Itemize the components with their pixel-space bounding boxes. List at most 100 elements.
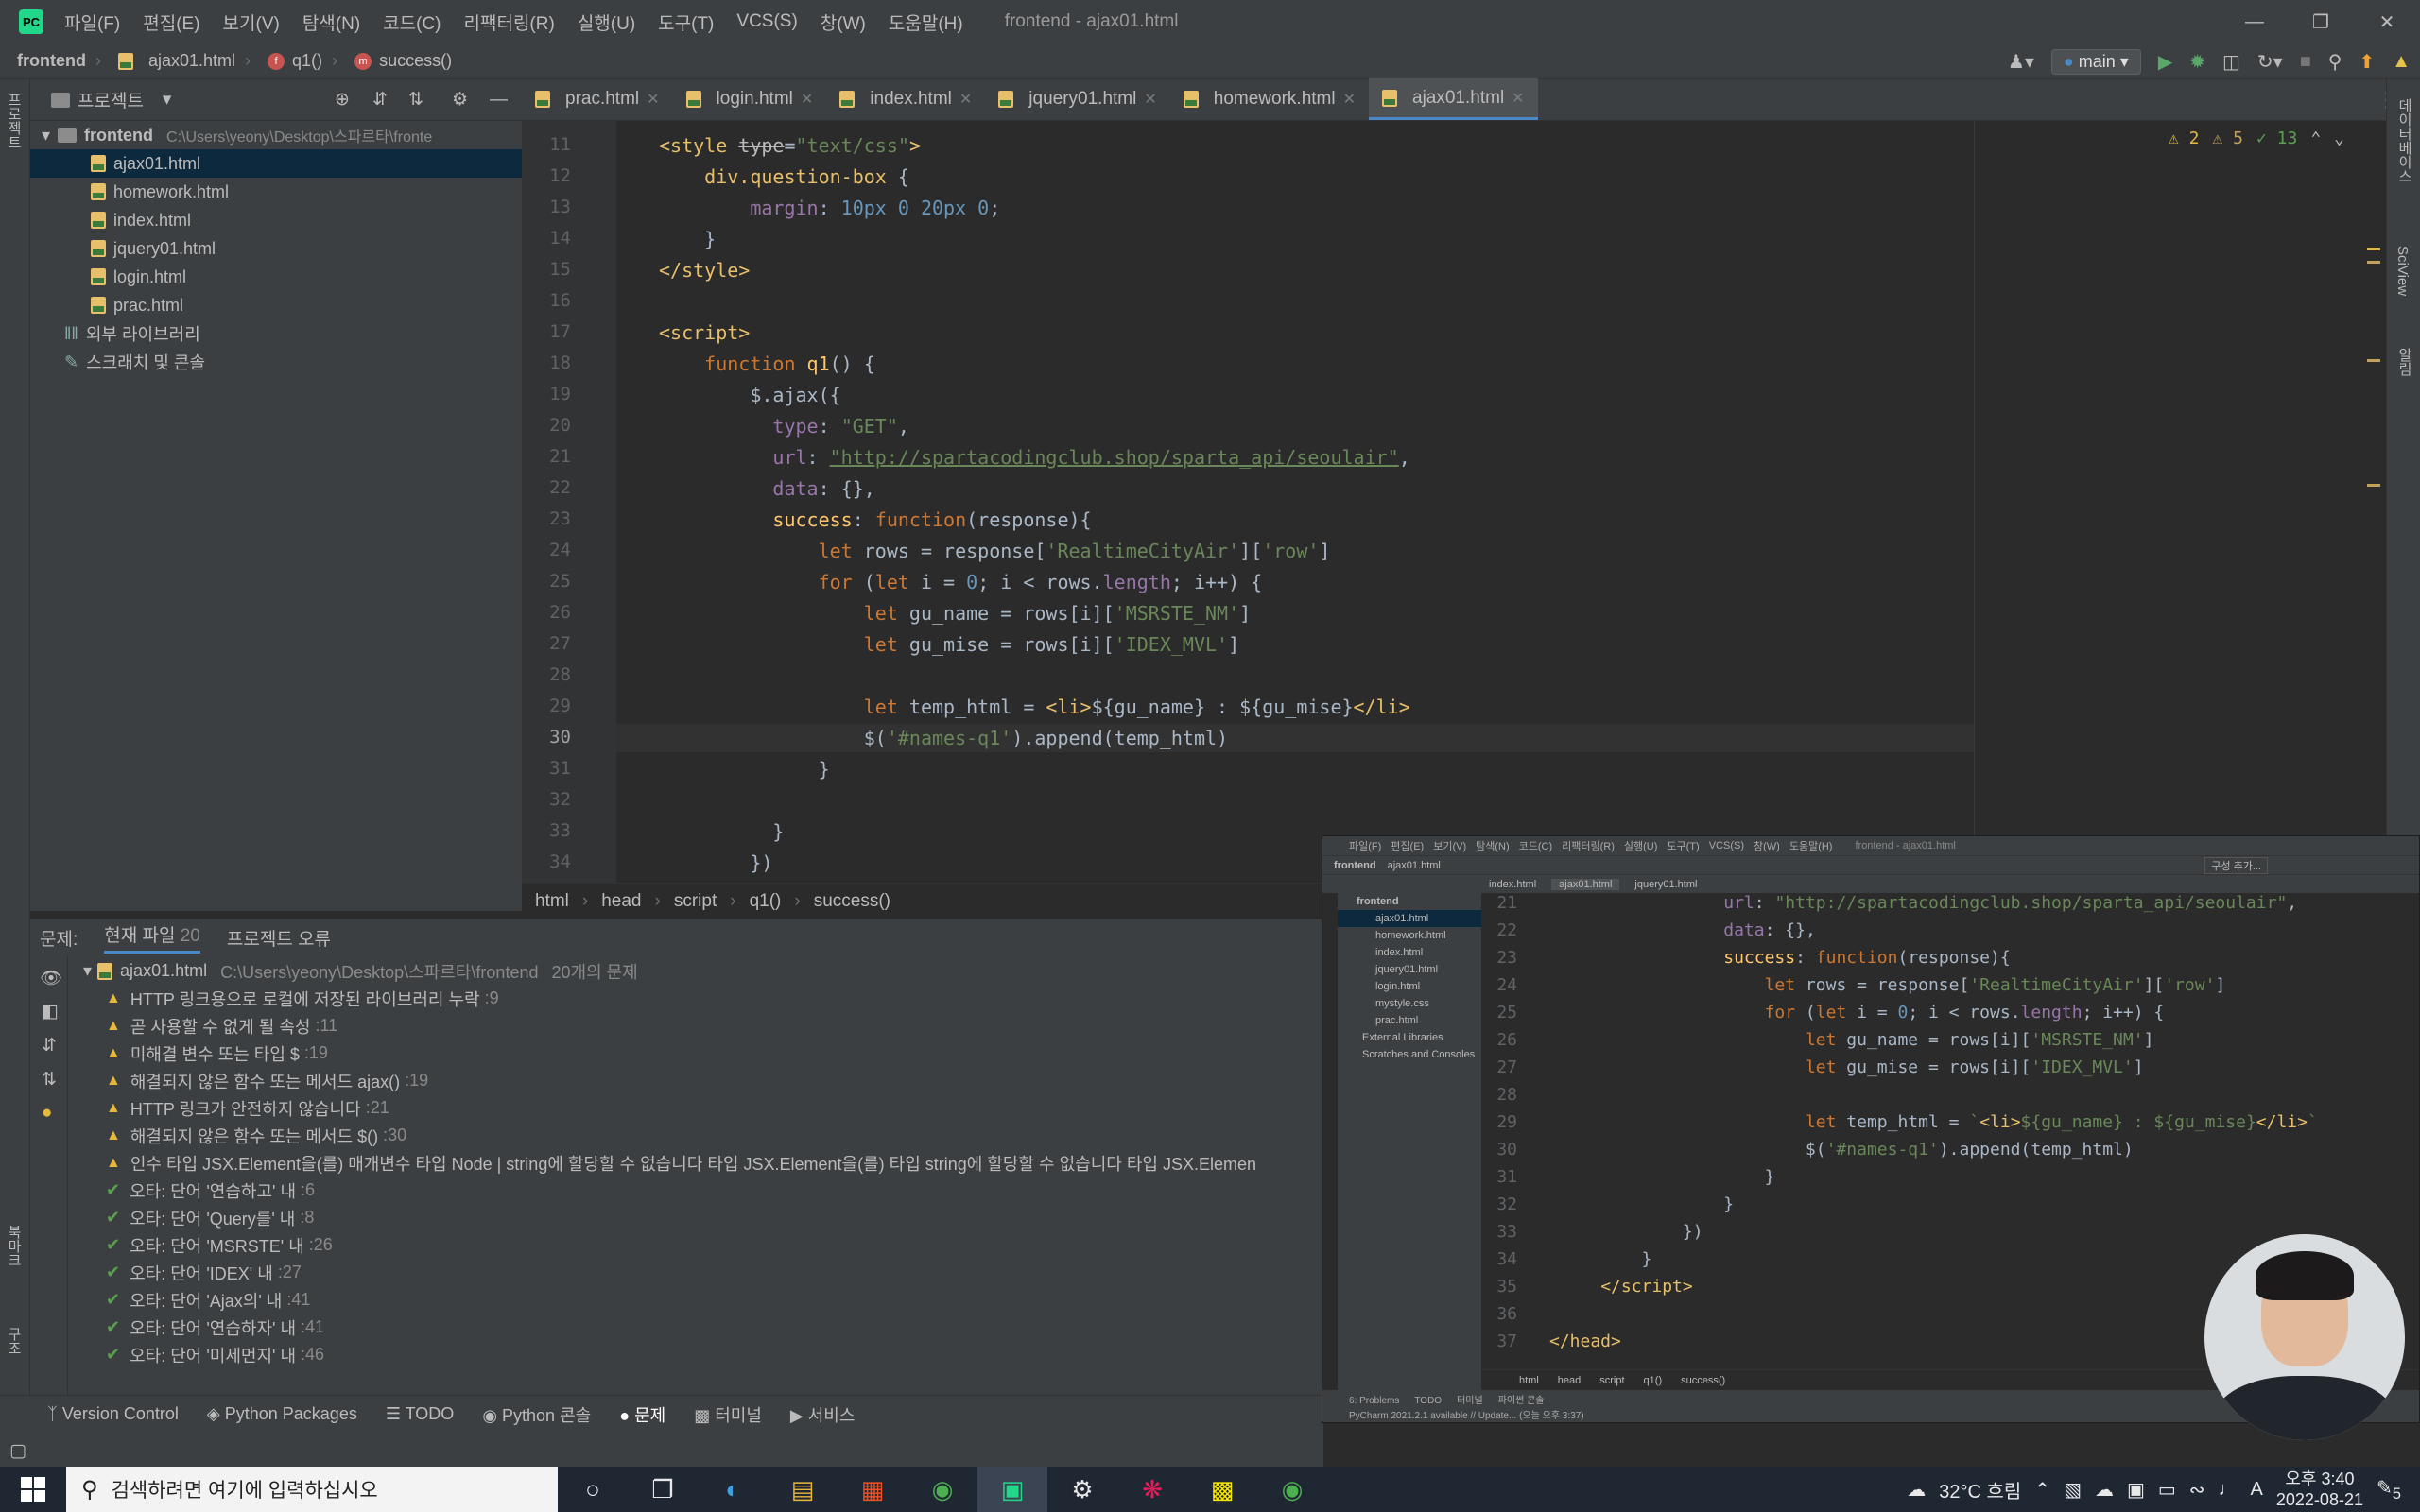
menu-code[interactable]: 코드(C) <box>383 9 441 35</box>
sciview-tool-tab[interactable]: SciView <box>2394 246 2411 296</box>
restore-icon[interactable]: ❐ <box>2288 0 2354 43</box>
task-view-icon[interactable]: ❐ <box>628 1467 698 1512</box>
close-icon[interactable]: ✕ <box>1343 90 1356 109</box>
tool-problems[interactable]: ● 문제 <box>619 1402 666 1427</box>
weather-icon[interactable]: ☁ <box>1907 1478 1926 1502</box>
tool-version-control[interactable]: ᛉ Version Control <box>47 1404 179 1424</box>
tab-login[interactable]: login.html ✕ <box>673 78 827 120</box>
problem-item[interactable]: ▲ 인수 타입 JSX.Element을(를) 매개변수 타입 Node | st… <box>106 1149 1323 1177</box>
stop-icon[interactable]: ■ <box>2300 51 2311 73</box>
project-view-dropdown[interactable]: 프로젝트 <box>78 87 144 112</box>
problem-item[interactable]: ✔ 오타: 단어 'IDEX' 내 :27 <box>106 1259 302 1286</box>
warning-marker[interactable] <box>2367 359 2380 362</box>
tool-python-packages[interactable]: ◈ Python Packages <box>207 1404 357 1424</box>
tool-todo[interactable]: ☰ TODO <box>386 1404 454 1424</box>
menu-view[interactable]: 보기(V) <box>223 9 280 35</box>
weak-warning-count[interactable]: ⚠ 5 <box>2212 129 2243 148</box>
problem-item[interactable]: ✔ 오타: 단어 '미세먼지' 내 :46 <box>106 1341 324 1368</box>
notification-icon[interactable]: ✎5 <box>2377 1476 2401 1503</box>
warning-count[interactable]: ⚠ 2 <box>2169 129 2200 148</box>
structure-tool-tab[interactable]: 구조 <box>4 1327 24 1355</box>
warning-marker[interactable] <box>2367 248 2380 250</box>
tab-homework[interactable]: homework.html ✕ <box>1170 78 1369 120</box>
database-tool-tab[interactable]: 데이터베이스 <box>2394 98 2414 183</box>
problem-item[interactable]: ▲ HTTP 링크용으로 로컬에 저장된 라이브러리 누락 :9 <box>106 985 499 1012</box>
file-explorer-icon[interactable]: ▤ <box>768 1467 838 1512</box>
locate-icon[interactable]: ⊕ <box>335 89 350 111</box>
chevron-up-icon[interactable]: ⌃ <box>2310 129 2321 148</box>
run-config-dropdown[interactable]: ● main ▾ <box>2050 48 2141 75</box>
lightbulb-icon[interactable]: ● <box>42 1103 52 1124</box>
tree-file-login[interactable]: login.html <box>30 263 522 291</box>
expand-all-icon[interactable]: ⇵ <box>42 1035 57 1057</box>
notifications-tool-tab[interactable]: 알림 <box>2394 348 2414 376</box>
breadcrumb-script[interactable]: script <box>674 891 717 912</box>
weather-text[interactable]: 32°C 흐림 <box>1939 1476 2021 1503</box>
problem-item[interactable]: ▲ 미해결 변수 또는 타입 $ :19 <box>106 1040 328 1067</box>
minimize-icon[interactable]: — <box>2221 0 2288 43</box>
tool-python-console[interactable]: ◉ Python 콘솔 <box>482 1402 591 1427</box>
tab-current-file[interactable]: 현재 파일 20 <box>104 921 200 954</box>
menu-edit[interactable]: 편집(E) <box>143 9 199 35</box>
nav-function-q1[interactable]: f q1() <box>268 51 322 71</box>
menu-vcs[interactable]: VCS(S) <box>736 11 797 32</box>
store-icon[interactable]: ▦ <box>838 1467 908 1512</box>
run-icon[interactable]: ▶ <box>2158 50 2172 74</box>
menu-file[interactable]: 파일(F) <box>64 9 120 35</box>
battery-icon[interactable]: ▭ <box>2158 1478 2176 1502</box>
chevron-down-icon[interactable]: ▾ <box>163 89 172 111</box>
gear-icon[interactable]: ⚙ <box>452 89 468 111</box>
ime-indicator[interactable]: A <box>2251 1479 2263 1501</box>
breadcrumb-html[interactable]: html <box>535 891 569 912</box>
settings-icon[interactable]: ⚙ <box>1047 1467 1117 1512</box>
tool-services[interactable]: ▶ 서비스 <box>790 1402 856 1427</box>
expand-all-icon[interactable]: ⇵ <box>372 89 388 111</box>
network-icon[interactable]: ∾ <box>2189 1478 2205 1502</box>
plugin-icon[interactable]: ▲ <box>2392 51 2411 73</box>
device-icon[interactable]: ▣ <box>2127 1478 2145 1502</box>
warning-marker[interactable] <box>2367 484 2380 487</box>
tree-file-homework[interactable]: homework.html <box>30 178 522 206</box>
tab-ajax01[interactable]: ajax01.html ✕ <box>1369 78 1538 120</box>
search-icon[interactable]: ⚲ <box>2328 50 2342 74</box>
hide-icon[interactable]: — <box>490 90 508 111</box>
tab-index[interactable]: index.html ✕ <box>826 78 985 120</box>
chrome-icon[interactable]: ◉ <box>1257 1467 1327 1512</box>
bookmarks-tool-tab[interactable]: 북마크 <box>4 1225 24 1267</box>
close-icon[interactable]: ✕ <box>801 90 813 109</box>
menu-tools[interactable]: 도구(T) <box>658 9 714 35</box>
problem-item[interactable]: ▲ 해결되지 않은 함수 또는 메서드 ajax() :19 <box>106 1067 428 1094</box>
tab-prac[interactable]: prac.html ✕ <box>522 78 673 120</box>
breadcrumb-head[interactable]: head <box>601 891 641 912</box>
nav-project[interactable]: frontend <box>17 51 86 71</box>
tree-scratches[interactable]: ✎ 스크래치 및 콘솔 <box>30 348 522 376</box>
inspection-widget[interactable]: ⚠ 2 ⚠ 5 ✓ 13 ⌃ ⌄ <box>2169 129 2344 148</box>
coverage-icon[interactable]: ◫ <box>2222 50 2240 74</box>
close-icon[interactable]: ✕ <box>959 90 972 109</box>
edge-icon[interactable]: ◐ <box>698 1467 768 1512</box>
debug-icon[interactable]: ✹ <box>2189 50 2205 74</box>
profile-icon[interactable]: ↻▾ <box>2257 50 2283 74</box>
preview-icon[interactable]: ◧ <box>42 1001 59 1022</box>
menu-run[interactable]: 실행(U) <box>578 9 635 35</box>
kakaotalk-icon[interactable]: ▩ <box>1187 1467 1257 1512</box>
layout-icon[interactable]: ▢ <box>9 1440 26 1462</box>
close-icon[interactable]: ✕ <box>2354 0 2420 43</box>
eye-icon[interactable]: 👁 <box>40 967 62 989</box>
breadcrumb-success[interactable]: success() <box>814 891 890 912</box>
chevron-down-icon[interactable]: ⌄ <box>2334 129 2344 148</box>
problem-item[interactable]: ✔ 오타: 단어 'Ajax의' 내 :41 <box>106 1286 310 1314</box>
problem-item[interactable]: ✔ 오타: 단어 '연습하자' 내 :41 <box>106 1314 324 1341</box>
tree-external-libraries[interactable]: ‖‖ 외부 라이브러리 <box>30 319 522 348</box>
project-tool-tab[interactable]: 프로젝트 <box>4 93 24 149</box>
close-icon[interactable]: ✕ <box>1512 89 1524 108</box>
clock[interactable]: 오후 3:40 2022-08-21 <box>2276 1469 2363 1510</box>
problem-item[interactable]: ✔ 오타: 단어 'MSRSTE' 내 :26 <box>106 1231 333 1259</box>
chrome-icon[interactable]: ◉ <box>908 1467 977 1512</box>
problem-item[interactable]: ▲ 해결되지 않은 함수 또는 메서드 $() :30 <box>106 1122 406 1149</box>
problems-file-row[interactable]: ▾ ajax01.html C:\Users\yeony\Desktop\스파르… <box>83 957 638 985</box>
nav-method-success[interactable]: m success() <box>354 51 452 71</box>
tree-file-prac[interactable]: prac.html <box>30 291 522 319</box>
meet-icon[interactable]: ▧ <box>2064 1478 2082 1502</box>
windows-start-icon[interactable] <box>0 1467 66 1512</box>
